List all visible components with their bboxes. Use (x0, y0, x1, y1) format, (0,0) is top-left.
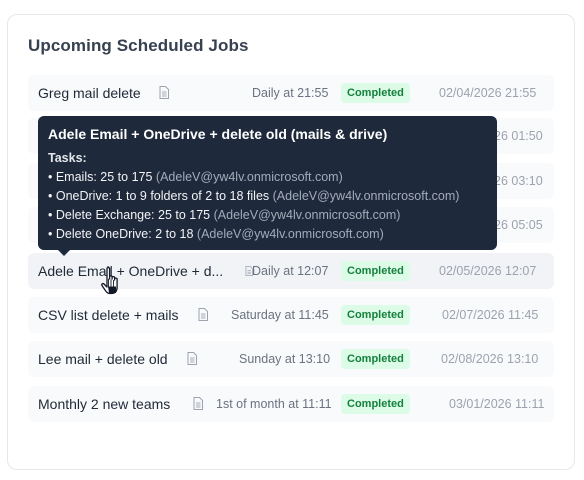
job-schedule: Daily at 12:07 (252, 264, 329, 278)
task-account: (AdeleV@yw4lv.onmicrosoft.com) (272, 189, 460, 203)
hand-pointer-icon (101, 266, 118, 295)
tooltip-task: • Emails: 25 to 175 (AdeleV@yw4lv.onmicr… (48, 168, 487, 187)
task-account: (AdeleV@yw4lv.onmicrosoft.com) (196, 227, 384, 241)
job-timestamp: 02/08/2026 13:10 (441, 352, 539, 366)
job-details-tooltip: Adele Email + OneDrive + delete old (mai… (38, 116, 497, 256)
job-schedule: Saturday at 11:45 (231, 308, 329, 322)
document-icon[interactable] (198, 308, 208, 321)
panel-title: Upcoming Scheduled Jobs (28, 36, 249, 55)
job-timestamp: 02/07/2026 11:45 (442, 308, 539, 322)
job-name: Monthly 2 new teams (38, 396, 171, 412)
status-badge: Completed (341, 394, 410, 414)
tooltip-task: • OneDrive: 1 to 9 folders of 2 to 18 fi… (48, 187, 487, 206)
job-schedule: 1st of month at 11:11 (216, 397, 332, 411)
status-badge: Completed (341, 83, 410, 103)
job-row[interactable]: Lee mail + delete old Sunday at 13:10 Co… (28, 341, 554, 377)
job-timestamp: 26 03:10 (494, 174, 543, 188)
tooltip-tasks-heading: Tasks: (48, 151, 87, 165)
job-timestamp: 02/05/2026 12:07 (439, 264, 537, 278)
tooltip-title: Adele Email + OneDrive + delete old (mai… (48, 126, 388, 142)
job-timestamp: 26 05:05 (494, 218, 543, 232)
job-row[interactable]: CSV list delete + mails Saturday at 11:4… (28, 297, 554, 333)
job-name: Lee mail + delete old (38, 351, 168, 367)
status-badge: Completed (341, 305, 410, 325)
task-text: • Delete Exchange: 25 to 175 (48, 208, 211, 222)
task-text: • OneDrive: 1 to 9 folders of 2 to 18 fi… (48, 189, 270, 203)
job-schedule: Daily at 21:55 (252, 86, 329, 100)
task-text: • Delete OneDrive: 2 to 18 (48, 227, 194, 241)
tooltip-task: • Delete OneDrive: 2 to 18 (AdeleV@yw4lv… (48, 225, 487, 244)
document-icon[interactable] (193, 397, 203, 410)
document-icon[interactable] (187, 352, 197, 365)
job-row[interactable]: Greg mail delete Daily at 21:55 Complete… (28, 75, 554, 111)
job-timestamp: 03/01/2026 11:11 (449, 397, 545, 411)
job-name: Greg mail delete (38, 85, 141, 101)
job-timestamp: 26 01:50 (494, 129, 543, 143)
job-schedule: Sunday at 13:10 (239, 352, 331, 366)
status-badge: Completed (341, 349, 410, 369)
document-icon[interactable] (159, 86, 169, 99)
tooltip-task: • Delete Exchange: 25 to 175 (AdeleV@yw4… (48, 206, 487, 225)
job-name: CSV list delete + mails (38, 307, 179, 323)
job-timestamp: 02/04/2026 21:55 (439, 86, 537, 100)
status-badge: Completed (341, 261, 410, 281)
task-account: (AdeleV@yw4lv.onmicrosoft.com) (213, 208, 401, 222)
task-text: • Emails: 25 to 175 (48, 170, 153, 184)
task-account: (AdeleV@yw4lv.onmicrosoft.com) (155, 170, 343, 184)
job-name: Adele Email + OneDrive + d... (38, 263, 224, 279)
job-row[interactable]: Monthly 2 new teams 1st of month at 11:1… (28, 386, 554, 422)
